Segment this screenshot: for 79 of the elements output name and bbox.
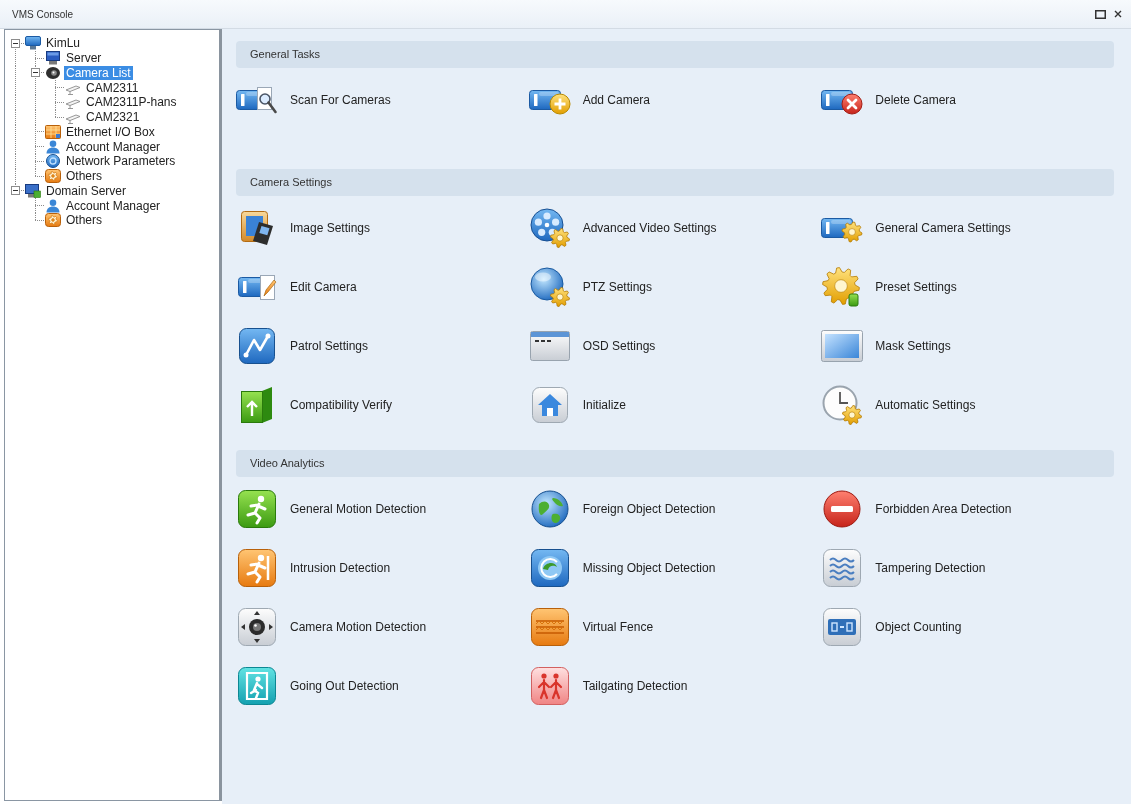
task-link[interactable]: Delete Camera [821,84,957,115]
globe-gear-icon [529,266,570,307]
window-title: VMS Console [12,7,74,22]
task-link[interactable]: Foreign Object Detection [528,489,716,528]
globe-tile-icon [530,548,569,587]
person-wall-icon [238,548,276,587]
monitor-icon [45,51,61,66]
tree-item[interactable]: Account Manager [64,198,163,213]
lens-arrows-icon [238,607,276,646]
computer-icon [25,183,41,198]
running-person-icon [238,489,276,528]
fence-icon [530,607,569,646]
task-link[interactable]: Object Counting [821,607,962,646]
clock-gear-icon [822,384,863,425]
task-link[interactable]: Automatic Settings [821,384,976,425]
task-link[interactable]: Image Settings [236,209,371,246]
gear-icon [45,213,61,228]
tree-item[interactable]: Others [64,213,104,228]
no-entry-icon [823,489,862,528]
camera-search-icon [236,84,278,115]
section-header: Video Analytics [236,450,1114,477]
tree-item[interactable]: Network Parameters [64,154,178,169]
tree-item[interactable]: KimLu [44,36,82,51]
task-link[interactable]: Virtual Fence [528,607,654,646]
close-icon[interactable] [1114,10,1122,18]
task-link[interactable]: Initialize [528,386,626,423]
person-icon [45,139,61,154]
task-link[interactable]: PTZ Settings [528,266,652,307]
tree-item[interactable]: Account Manager [64,139,163,154]
gear-icon [45,169,61,184]
tree-item[interactable]: Ethernet I/O Box [64,124,157,139]
task-link[interactable]: General Motion Detection [236,489,427,528]
collapse-icon[interactable] [10,38,20,48]
grid-icon [45,124,61,139]
task-link[interactable]: Edit Camera [236,271,357,302]
task-link[interactable]: Preset Settings [821,266,957,307]
maximize-icon[interactable] [1095,9,1106,19]
task-link[interactable]: Compatibility Verify [236,385,393,424]
home-icon [531,386,568,423]
section-header: General Tasks [236,41,1114,68]
task-link[interactable]: Camera Motion Detection [236,607,427,646]
task-link[interactable]: Advanced Video Settings [528,207,717,248]
section-header: Camera Settings [236,169,1114,196]
collapse-icon[interactable] [30,68,40,78]
computer-icon [25,36,41,51]
task-link[interactable]: Going Out Detection [236,666,399,705]
gear-icon [822,266,863,307]
waves-icon [823,548,862,587]
tree-item[interactable]: Domain Server [44,183,129,198]
screen-icon [821,329,864,362]
task-link[interactable]: Tailgating Detection [528,666,688,705]
task-link[interactable]: Add Camera [528,84,651,115]
collapse-icon[interactable] [10,186,20,196]
task-link[interactable]: Missing Object Detection [528,548,716,587]
route-icon [239,327,275,364]
globe-icon [530,489,569,528]
task-link[interactable]: Tampering Detection [821,548,986,587]
task-link[interactable]: Patrol Settings [236,327,369,364]
task-link[interactable]: General Camera Settings [821,212,1011,243]
film-frame-icon [240,209,274,246]
film-reel-gear-icon [529,207,570,248]
window-icon [529,330,570,361]
task-link[interactable]: Scan For Cameras [236,84,391,115]
tree-item[interactable]: CAM2311 [84,80,141,95]
tree-item[interactable]: Server [64,51,104,66]
globe-icon [45,154,61,169]
exit-person-icon [238,666,276,705]
door-arrow-icon [240,385,274,424]
task-link[interactable]: Mask Settings [821,329,951,362]
task-link[interactable]: Intrusion Detection [236,548,391,587]
tree-item[interactable]: Others [64,169,104,184]
camera-icon [45,65,61,80]
counter-display-icon [823,607,862,646]
task-link[interactable]: Forbidden Area Detection [821,489,1012,528]
person-icon [45,198,61,213]
two-people-icon [530,666,569,705]
tree-item[interactable]: CAM2321 [84,110,142,125]
task-link[interactable]: OSD Settings [528,330,656,361]
tree-item[interactable]: CAM2311P-hans [84,95,179,110]
